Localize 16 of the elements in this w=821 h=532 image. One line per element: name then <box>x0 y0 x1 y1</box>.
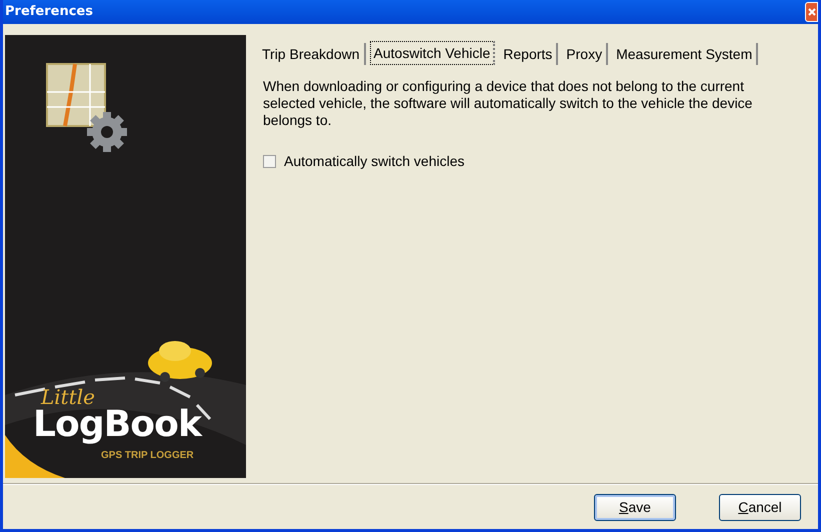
description-text: When downloading or configuring a device that does not belong to the current selected vehicle, the software will automatically switch to the vehicle the device belongs to. <box>263 78 754 129</box>
tab[interactable]: Trip Breakdown <box>258 43 366 65</box>
logo-script-text: Little <box>41 387 95 407</box>
tab[interactable]: Reports <box>499 43 558 65</box>
logo-title: LogBook <box>33 407 201 443</box>
checkbox[interactable] <box>263 155 276 168</box>
close-button[interactable] <box>805 2 818 22</box>
close-icon <box>808 8 816 16</box>
tab[interactable]: Proxy <box>562 43 608 65</box>
window-title: Preferences <box>4 3 93 22</box>
dialog-button[interactable]: Save <box>594 494 676 520</box>
tab[interactable]: Measurement System <box>612 43 758 65</box>
dialog-button[interactable]: Cancel <box>719 494 801 520</box>
logo-subtitle: GPS TRIP LOGGER <box>101 451 194 461</box>
checkbox-label[interactable]: Automatically switch vehicles <box>284 151 465 172</box>
tab[interactable]: Autoswitch Vehicle <box>370 41 496 65</box>
